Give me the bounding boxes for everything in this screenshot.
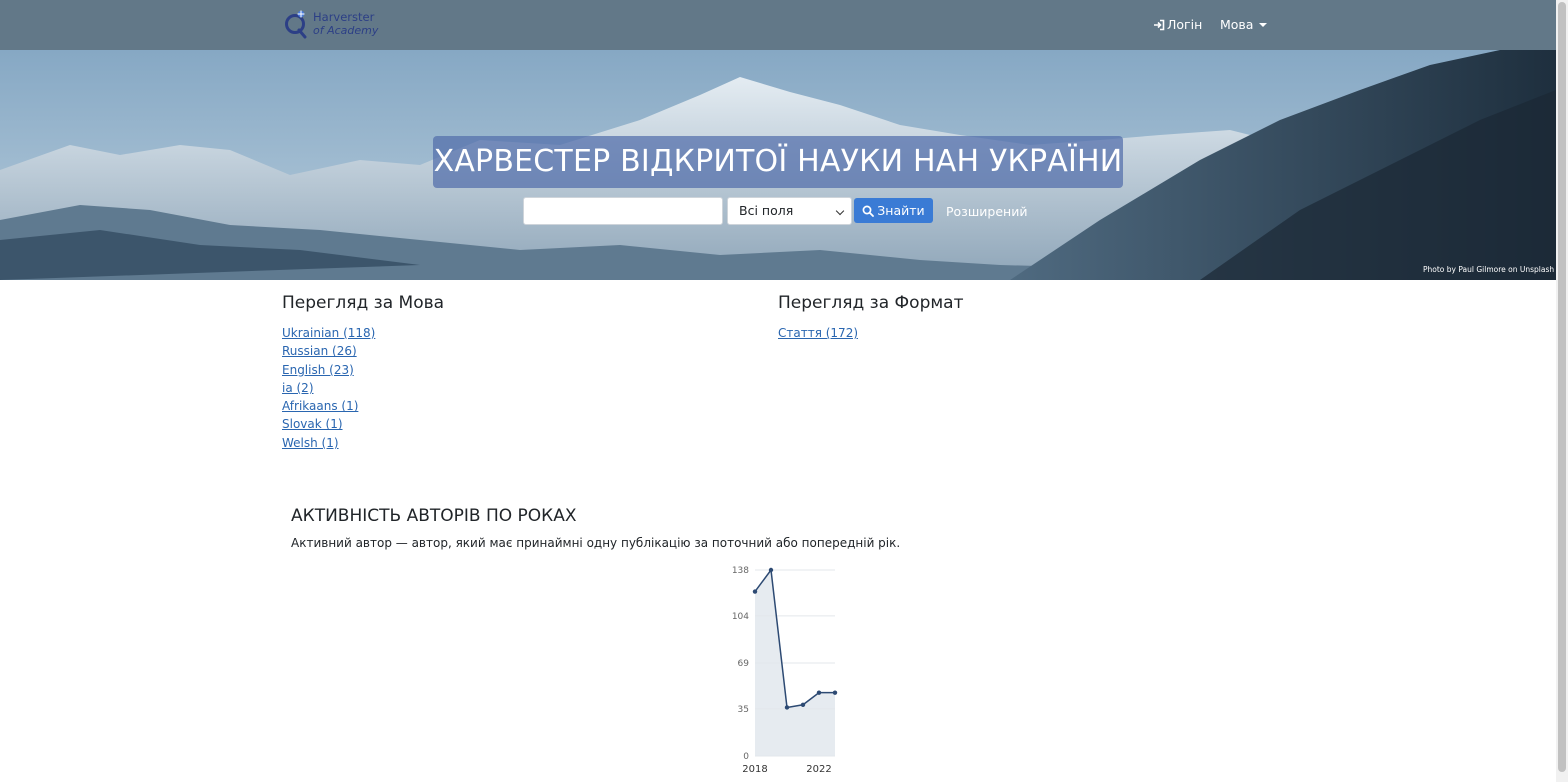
search-input[interactable] — [523, 197, 723, 225]
author-activity-section: АКТИВНІСТЬ АВТОРІВ ПО РОКАХ Активний авт… — [291, 505, 900, 550]
logo-text: Harverster of Academy — [313, 10, 379, 38]
facet-language-link[interactable]: ia (2) — [282, 381, 314, 395]
facet-language-link[interactable]: Slovak (1) — [282, 417, 343, 431]
advanced-search-link[interactable]: Розширений — [946, 204, 1027, 219]
facet-format-link[interactable]: Стаття (172) — [778, 326, 858, 340]
search-scope-value: Всі поля — [739, 203, 794, 218]
author-activity-chart: 0 35 69 104 138 2018 2022 — [732, 566, 838, 775]
facet-format-title: Перегляд за Формат — [778, 293, 964, 313]
facet-language-link[interactable]: Ukrainian (118) — [282, 326, 375, 340]
scrollbar[interactable] — [1556, 0, 1568, 782]
chart-data-point — [752, 589, 758, 594]
list-item: ia (2) — [282, 379, 444, 397]
chart-x-tick-label: 2022 — [806, 764, 831, 775]
scrollbar-thumb[interactable] — [1558, 2, 1566, 772]
facet-language-link[interactable]: Afrikaans (1) — [282, 399, 358, 413]
facet-language: Перегляд за Мова Ukrainian (118) Russian… — [282, 292, 444, 452]
chevron-down-icon — [835, 206, 845, 216]
chart-x-tick-label: 2018 — [742, 764, 767, 775]
login-link[interactable]: Логін — [1153, 17, 1202, 32]
language-label: Мова — [1220, 17, 1254, 32]
chart-y-tick-label: 0 — [743, 752, 749, 762]
list-item: Slovak (1) — [282, 415, 444, 433]
facet-language-title: Перегляд за Мова — [282, 293, 445, 313]
chart-data-point — [768, 567, 774, 573]
photo-credit-link[interactable]: Photo by Paul Gilmore on Unsplash — [1423, 265, 1554, 274]
chart-data-point — [832, 690, 838, 695]
facet-format: Перегляд за Формат Стаття (172) — [778, 292, 964, 342]
chart-y-tick-label: 35 — [738, 705, 749, 715]
search-button[interactable]: Знайти — [854, 198, 933, 223]
hero-title: ХАРВЕСТЕР ВІДКРИТОЇ НАУКИ НАН УКРАЇНИ — [433, 136, 1123, 188]
facet-language-link[interactable]: English (23) — [282, 363, 354, 377]
search-button-label: Знайти — [877, 203, 925, 218]
chart-y-tick-label: 138 — [732, 566, 749, 576]
facet-language-list: Ukrainian (118) Russian (26) English (23… — [282, 324, 444, 452]
chart-y-tick-label: 69 — [738, 659, 750, 669]
site-logo[interactable]: Harverster of Academy — [284, 9, 378, 39]
login-label: Логін — [1167, 17, 1203, 32]
search-icon — [862, 205, 875, 217]
activity-description: Активний автор — автор, який має принайм… — [291, 536, 901, 550]
language-dropdown[interactable]: Мова — [1220, 17, 1268, 32]
chart-data-point — [800, 702, 806, 707]
list-item: Стаття (172) — [778, 324, 964, 342]
list-item: Afrikaans (1) — [282, 397, 444, 415]
chart-data-point — [784, 705, 790, 710]
facet-language-link[interactable]: Welsh (1) — [282, 436, 339, 450]
caret-down-icon — [1259, 22, 1268, 27]
hero-banner: ХАРВЕСТЕР ВІДКРИТОЇ НАУКИ НАН УКРАЇНИ Вс… — [0, 50, 1556, 280]
activity-title: АКТИВНІСТЬ АВТОРІВ ПО РОКАХ — [291, 506, 577, 526]
navbar: Harverster of Academy Логін Мова — [0, 0, 1556, 50]
list-item: Welsh (1) — [282, 434, 444, 452]
list-item: English (23) — [282, 361, 444, 379]
sign-in-icon — [1154, 19, 1165, 30]
facet-format-list: Стаття (172) — [778, 324, 964, 342]
chart-y-tick-label: 104 — [732, 612, 749, 622]
logo-line-1: Harverster — [313, 10, 375, 24]
facet-language-link[interactable]: Russian (26) — [282, 344, 357, 358]
logo-line-2: of Academy — [313, 24, 379, 37]
list-item: Ukrainian (118) — [282, 324, 444, 342]
list-item: Russian (26) — [282, 342, 444, 360]
chart-data-point — [816, 690, 822, 695]
logo-icon — [285, 10, 307, 39]
search-scope-select[interactable]: Всі поля — [727, 197, 852, 225]
